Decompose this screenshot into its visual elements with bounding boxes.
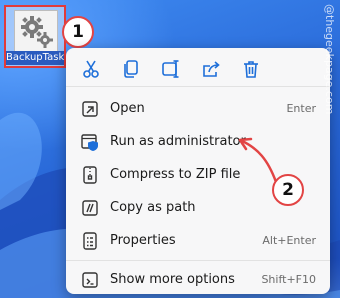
more-options-icon [80,270,100,290]
share-icon[interactable] [200,58,222,80]
menu-separator [66,86,330,87]
menu-item-show-more-options[interactable]: Show more options Shift+F10 [66,264,330,296]
menu-item-properties[interactable]: Properties Alt+Enter [66,225,330,257]
copy-path-icon [80,198,100,218]
step-badge-2: 2 [272,174,304,206]
file-label: BackupTask... [6,51,64,65]
rename-icon[interactable] [160,58,182,80]
menu-item-label: Show more options [110,272,235,287]
backup-task-file[interactable]: BackupTask... [4,5,66,68]
zip-icon [80,165,100,185]
menu-separator [66,260,330,261]
context-menu: Open Enter Run as administrator Compress… [66,48,330,294]
delete-icon[interactable] [240,58,262,80]
open-icon [80,99,100,119]
watermark-text: @thegeekpage.com [323,4,336,115]
menu-item-label: Open [110,101,145,116]
menu-item-shortcut: Alt+Enter [262,234,316,247]
menu-item-label: Compress to ZIP file [110,167,241,182]
step-badge-1: 1 [62,16,94,48]
copy-icon[interactable] [120,58,142,80]
menu-item-label: Copy as path [110,200,196,215]
menu-item-run-as-administrator[interactable]: Run as administrator [66,126,330,158]
menu-item-open[interactable]: Open Enter [66,93,330,125]
shield-window-icon [80,132,100,152]
menu-item-label: Run as administrator [110,134,246,149]
context-menu-toolbar [74,54,274,84]
menu-item-shortcut: Shift+F10 [261,273,316,286]
gear-icon [14,10,58,52]
menu-item-label: Properties [110,233,176,248]
menu-item-shortcut: Enter [286,102,316,115]
cut-icon[interactable] [80,58,102,80]
properties-icon [80,231,100,251]
